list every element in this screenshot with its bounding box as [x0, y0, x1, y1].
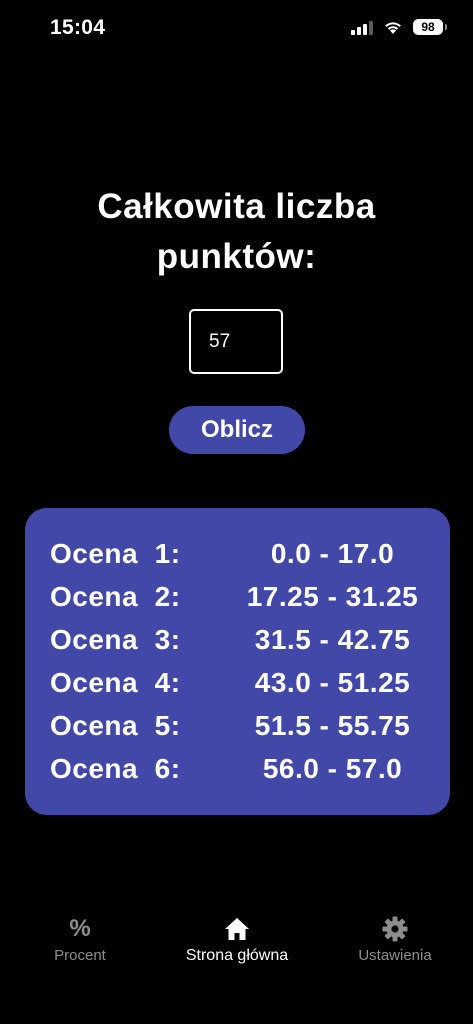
points-input[interactable]	[189, 309, 283, 374]
grade-row: Ocena 4: 43.0 - 51.25	[25, 663, 450, 706]
grade-label: Ocena 1:	[50, 538, 181, 569]
status-time: 15:04	[50, 16, 106, 39]
grade-row: Ocena 3: 31.5 - 42.75	[25, 620, 450, 663]
grade-label: Ocena 5:	[50, 710, 181, 741]
grade-row: Ocena 2: 17.25 - 31.25	[25, 577, 450, 620]
grade-label: Ocena 3:	[50, 624, 181, 655]
grade-row: Ocena 6: 56.0 - 57.0	[25, 749, 450, 792]
grade-row: Ocena 1: 0.0 - 17.0	[25, 534, 450, 577]
grade-range: 17.25 - 31.25	[246, 581, 419, 612]
results-card: Ocena 1: 0.0 - 17.0 Ocena 2: 17.25 - 31.…	[25, 508, 450, 815]
tab-settings-label: Ustawienia	[358, 947, 432, 964]
grade-range: 43.0 - 51.25	[254, 667, 411, 698]
tab-procent-label: Procent	[54, 947, 106, 964]
grade-range: 31.5 - 42.75	[254, 624, 411, 655]
battery-icon: 98	[413, 19, 447, 35]
home-icon	[225, 918, 249, 940]
wifi-icon	[385, 21, 401, 34]
cellular-signal-icon	[351, 20, 373, 35]
percent-icon: %	[69, 915, 91, 942]
grade-row: Ocena 5: 51.5 - 55.75	[25, 706, 450, 749]
grade-range: 56.0 - 57.0	[262, 753, 403, 784]
grade-range: 51.5 - 55.75	[254, 710, 411, 741]
grade-label: Ocena 2:	[50, 581, 181, 612]
status-bar: 15:04 98	[0, 0, 473, 58]
grade-range: 0.0 - 17.0	[270, 538, 395, 569]
gear-icon	[382, 916, 408, 942]
grade-label: Ocena 6:	[50, 753, 181, 784]
grade-label: Ocena 4:	[50, 667, 181, 698]
tab-settings[interactable]: Ustawienia	[352, 912, 438, 964]
calculate-button[interactable]: Oblicz	[169, 406, 305, 454]
tab-bar: % Procent Strona główna Ustawienia	[0, 912, 473, 992]
page-title: Całkowita liczba punktów:	[97, 187, 376, 276]
tab-home[interactable]: Strona główna	[167, 912, 307, 965]
tab-procent[interactable]: % Procent	[44, 912, 116, 964]
tab-home-label: Strona główna	[185, 947, 289, 964]
status-icons: 98	[351, 19, 447, 35]
